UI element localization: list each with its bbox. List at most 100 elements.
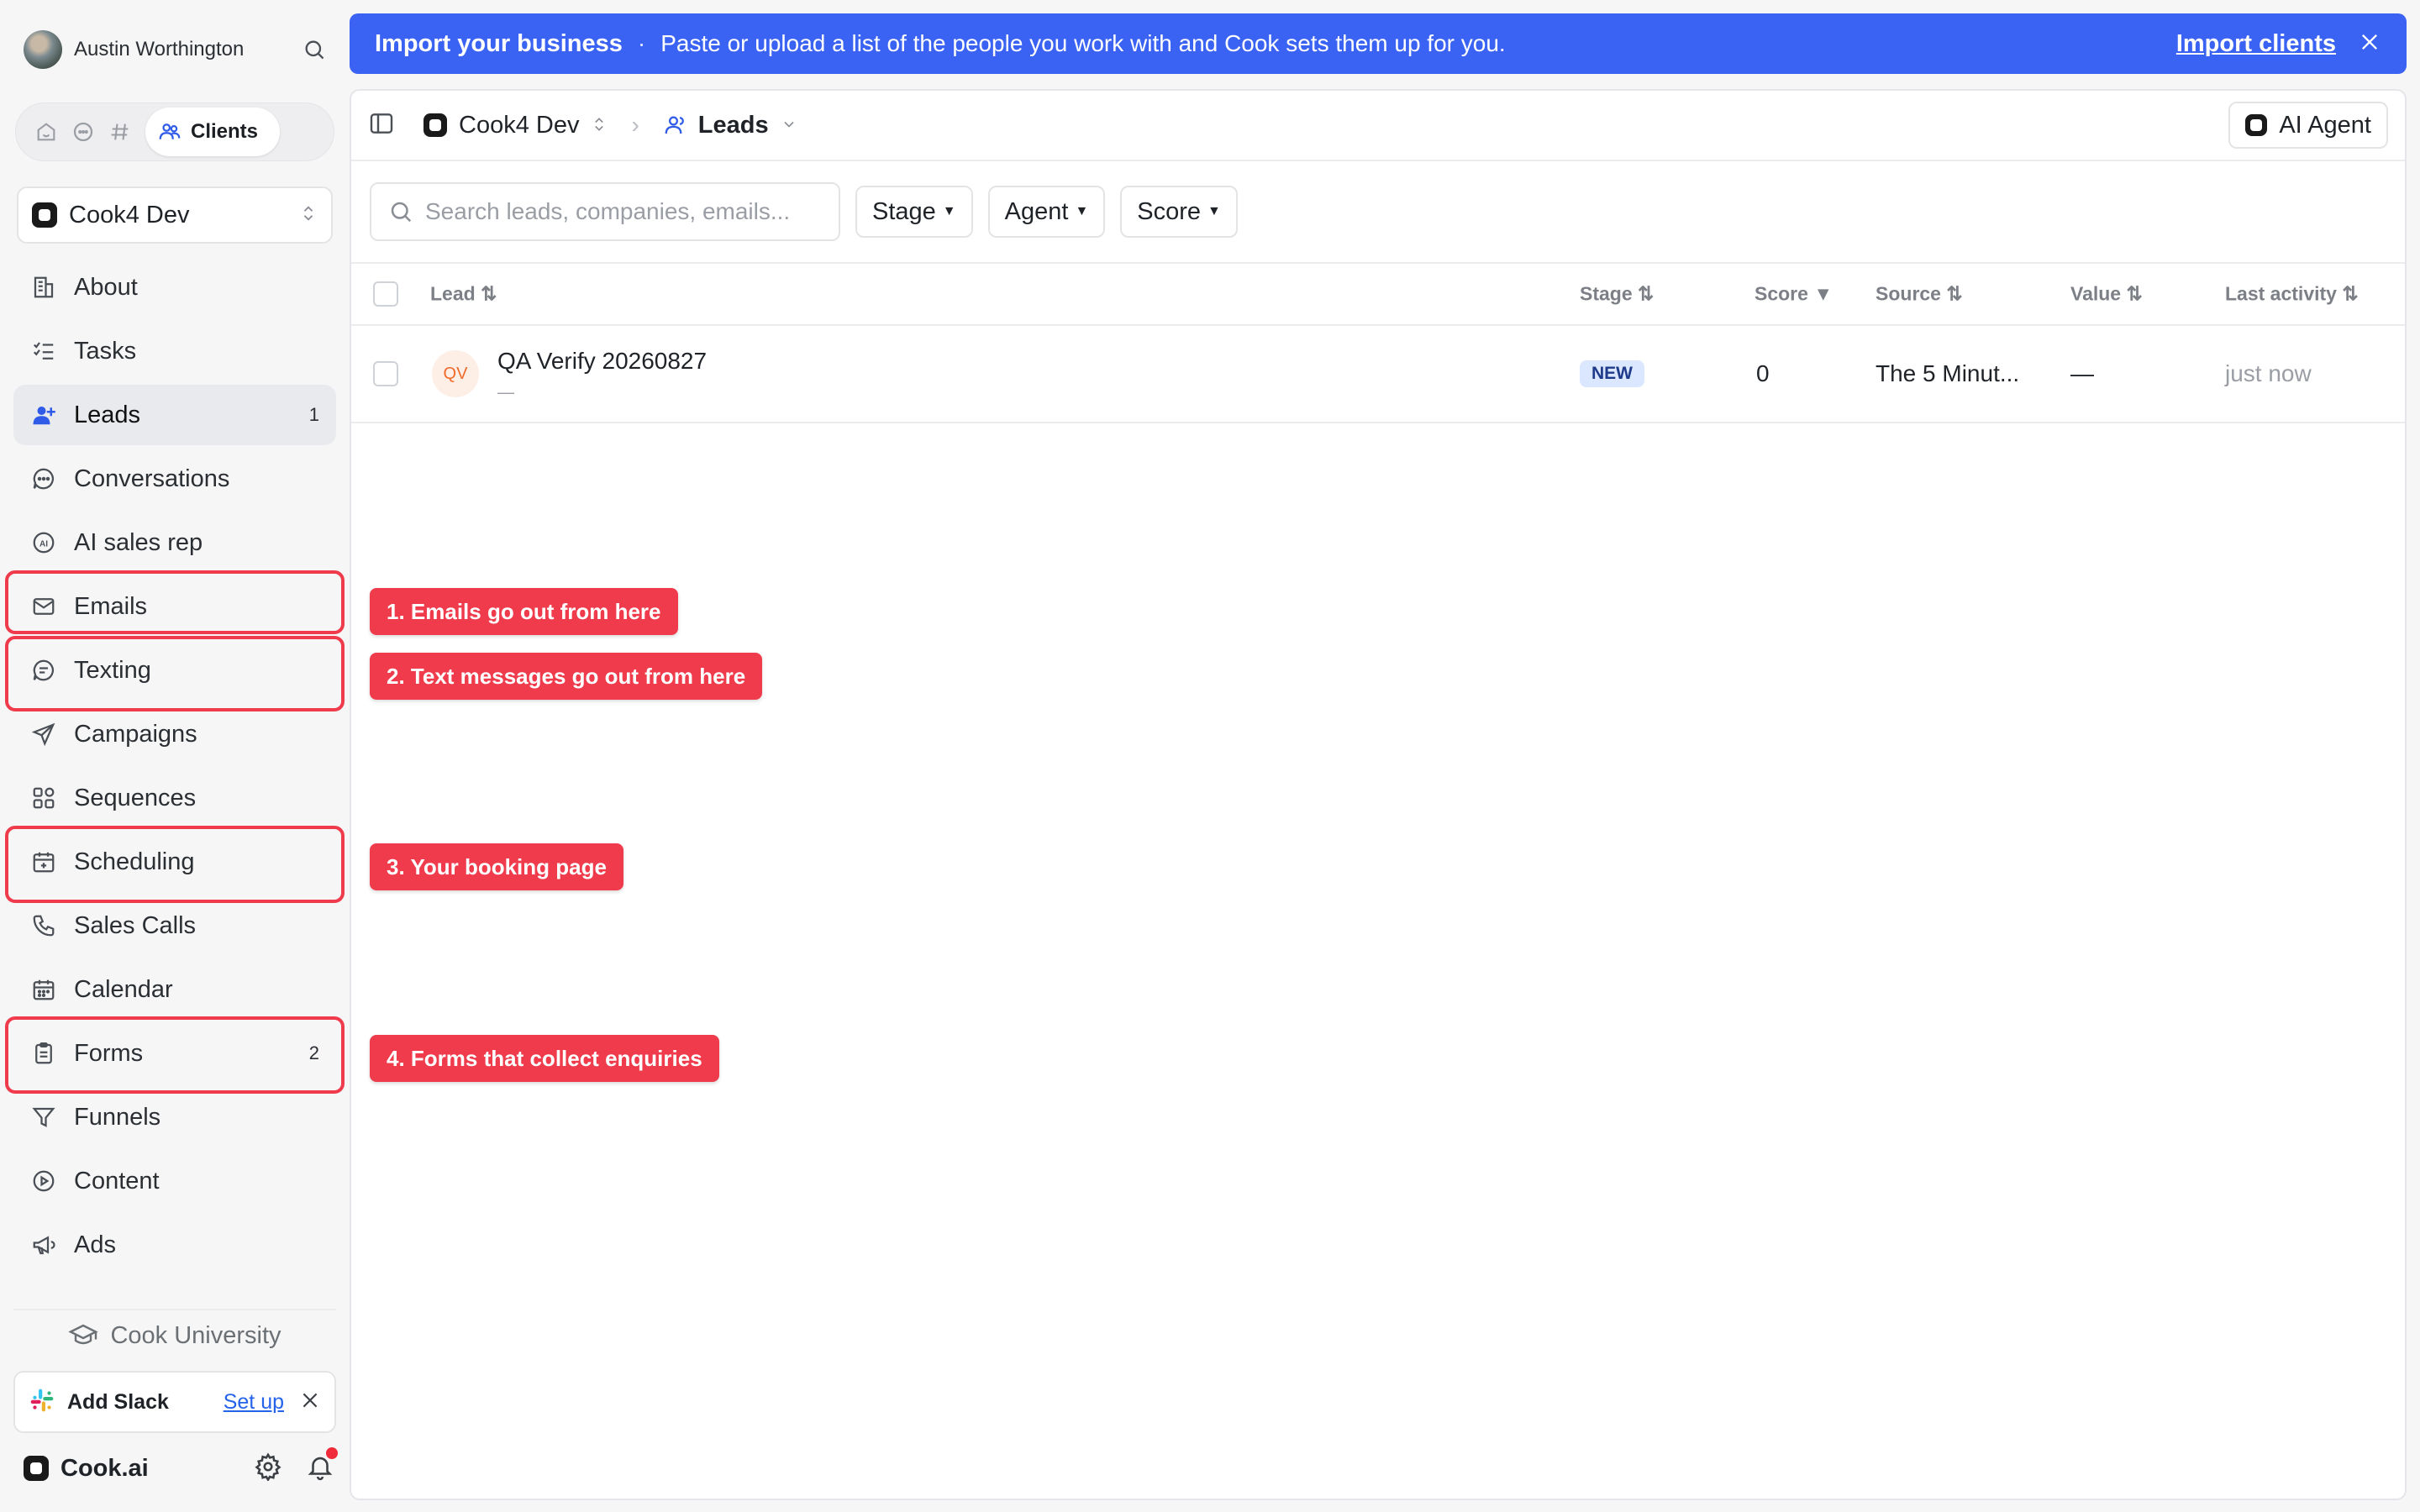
sidebar-item-label: Tasks [74,337,137,365]
select-all-checkbox[interactable] [373,281,398,307]
lead-source: The 5 Minut... [1876,360,2020,386]
filter-bar: Stage ▼ Agent ▼ Score ▼ [351,161,2405,264]
banner-text: Paste or upload a list of the people you… [660,30,1506,56]
column-last-activity[interactable]: Last activity ⇅ [2225,283,2359,306]
sidebar-item-calendar[interactable]: Calendar [13,959,336,1020]
cook-logo-icon [2245,114,2268,136]
sidebar-nav: About Tasks Leads 1 Conversations AI AI … [13,257,336,1278]
hashtag-icon[interactable] [102,113,139,150]
annotation-box-forms [5,1016,345,1094]
sidebar-item-ads[interactable]: Ads [13,1215,336,1275]
sidebar-item-sequences[interactable]: Sequences [13,768,336,828]
user-row[interactable]: Austin Worthington [24,27,326,72]
stage-filter-label: Stage [872,197,936,225]
close-icon[interactable] [299,1389,321,1415]
svg-text:AI: AI [39,539,48,549]
caret-down-icon: ▼ [1075,204,1089,218]
import-clients-link[interactable]: Import clients [2176,30,2336,58]
lead-name[interactable]: QA Verify 20260827 [497,348,707,375]
caret-down-icon: ▼ [1207,204,1221,218]
chevron-updown-icon[interactable] [591,112,608,139]
user-name: Austin Worthington [74,38,245,60]
users-icon [665,116,684,134]
gear-icon[interactable] [254,1452,282,1485]
avatar[interactable] [24,30,62,69]
sidebar-item-label: Campaigns [74,720,197,748]
sidebar-item-sales-calls[interactable]: Sales Calls [13,895,336,956]
sidebar-footer: Cook.ai [24,1443,338,1494]
column-lead[interactable]: Lead ⇅ [430,283,497,306]
sidebar-item-content[interactable]: Content [13,1151,336,1211]
sidebar-toggle-icon[interactable] [368,110,395,141]
stage-filter[interactable]: Stage ▼ [855,186,973,238]
sidebar-item-label: Content [74,1167,160,1194]
search-icon [391,202,412,223]
sidebar-item-funnels[interactable]: Funnels [13,1087,336,1147]
users-icon [159,123,181,139]
sidebar-item-label: Ads [74,1231,116,1258]
user-plus-icon [29,400,59,430]
sidebar: Austin Worthington Clients Cook4 Dev Abo… [0,0,349,1512]
column-stage[interactable]: Stage ⇅ [1580,283,1654,306]
sidebar-item-tasks[interactable]: Tasks [13,321,336,381]
chevron-updown-icon [299,204,318,227]
banner-title: Import your business [375,29,623,57]
workspace-selector[interactable]: Cook4 Dev [17,186,333,244]
close-icon[interactable] [2358,30,2381,58]
score-filter[interactable]: Score ▼ [1120,186,1238,238]
row-checkbox[interactable] [373,361,398,386]
cook-university-label: Cook University [110,1321,281,1349]
play-circle-icon [29,1166,59,1196]
annotation-label-emails: 1. Emails go out from here [370,588,678,635]
search-input[interactable] [425,198,795,225]
send-icon [29,719,59,749]
banner-separator: · [637,30,646,56]
clients-tab[interactable]: Clients [145,108,281,156]
breadcrumb-workspace[interactable]: Cook4 Dev [459,112,579,139]
chevron-down-icon[interactable] [781,112,797,139]
calendar-icon [29,974,59,1005]
column-score[interactable]: Score ▼ [1754,283,1833,306]
ai-agent-button[interactable]: AI Agent [2228,102,2388,149]
lead-subtitle: — [497,383,514,402]
agent-filter[interactable]: Agent ▼ [987,186,1106,238]
annotation-box-scheduling [5,826,345,903]
column-source[interactable]: Source ⇅ [1876,283,1963,306]
sidebar-item-leads[interactable]: Leads 1 [13,385,336,445]
chat-icon[interactable] [65,113,102,150]
cook-logo-icon [424,113,447,137]
sidebar-item-label: Leads [74,401,141,428]
grid-icon [29,783,59,813]
graduation-cap-icon [68,1324,99,1345]
lead-avatar: QV [432,350,479,397]
home-icon[interactable] [28,113,65,150]
cook-university-link[interactable]: Cook University [13,1309,336,1361]
column-value[interactable]: Value ⇅ [2070,283,2143,306]
annotation-box-texting [5,636,345,711]
workspace-name: Cook4 Dev [69,201,190,228]
annotation-box-emails [5,570,345,634]
sidebar-item-conversations[interactable]: Conversations [13,449,336,509]
bell-icon[interactable] [306,1446,338,1485]
agent-filter-label: Agent [1004,197,1069,225]
sidebar-item-about[interactable]: About [13,257,336,318]
breadcrumb: Cook4 Dev › Leads [424,112,797,139]
sidebar-item-label: Sales Calls [74,911,197,939]
sidebar-item-label: Conversations [74,465,230,492]
annotation-label-scheduling: 3. Your booking page [370,843,623,890]
breadcrumb-page[interactable]: Leads [698,112,769,139]
search-box [370,182,840,241]
score-filter-label: Score [1137,197,1202,225]
cook-logo-icon [24,1456,49,1481]
slack-setup-link[interactable]: Set up [224,1390,284,1415]
checklist-icon [29,336,59,366]
annotation-label-forms: 4. Forms that collect enquiries [370,1035,719,1082]
app-switcher: Clients [15,102,334,161]
slack-label: Add Slack [67,1389,169,1414]
search-icon[interactable] [302,38,326,61]
funnel-icon [29,1102,59,1132]
table-row[interactable]: QV QA Verify 20260827 — NEW 0 The 5 Minu… [351,326,2405,423]
sidebar-item-ai-sales-rep[interactable]: AI AI sales rep [13,512,336,573]
sidebar-item-campaigns[interactable]: Campaigns [13,704,336,764]
clients-tab-label: Clients [191,120,259,143]
